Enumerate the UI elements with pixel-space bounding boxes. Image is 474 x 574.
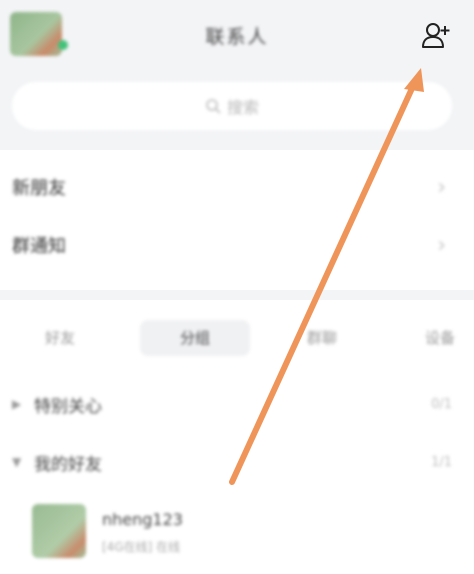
chevron-down-icon: ▼ bbox=[12, 455, 22, 469]
contacts-panel: 好友 分组 群聊 设备 ▶ 特别关心 0/1 ▼ 我的好友 1/1 nheng1… bbox=[0, 300, 474, 574]
menu-item-label: 新朋友 bbox=[12, 178, 66, 199]
chevron-right-icon: ▶ bbox=[12, 397, 22, 411]
tab-groups[interactable]: 分组 bbox=[140, 320, 250, 356]
contact-avatar bbox=[32, 504, 86, 558]
add-contact-icon bbox=[422, 23, 450, 48]
chevron-right-icon: › bbox=[437, 232, 446, 258]
search-icon bbox=[206, 99, 221, 114]
contact-name: nheng123 bbox=[102, 510, 183, 529]
contact-status: [4G在线] 在线 bbox=[102, 540, 181, 554]
tab-group-chats[interactable]: 群聊 bbox=[290, 320, 354, 356]
contact-tabs: 好友 分组 群聊 设备 bbox=[0, 320, 474, 358]
menu-item-group-notifications[interactable]: 群通知 › bbox=[0, 216, 474, 274]
chevron-right-icon: › bbox=[437, 174, 446, 200]
menu-item-label: 群通知 bbox=[12, 236, 66, 257]
group-count: 1/1 bbox=[431, 454, 452, 470]
group-name: 特别关心 bbox=[34, 396, 102, 417]
contact-list-item[interactable]: nheng123 [4G在线] 在线 bbox=[0, 500, 474, 564]
contact-menu: 新朋友 › 群通知 › bbox=[0, 150, 474, 290]
top-bar: 联系人 bbox=[0, 0, 474, 72]
group-name: 我的好友 bbox=[34, 454, 102, 475]
tab-devices[interactable]: 设备 bbox=[408, 320, 472, 356]
group-special-care[interactable]: ▶ 特别关心 0/1 bbox=[0, 384, 474, 424]
search-bar[interactable]: 搜索 bbox=[12, 82, 452, 130]
tab-friends[interactable]: 好友 bbox=[28, 320, 92, 356]
add-contact-button[interactable] bbox=[416, 16, 456, 56]
group-count: 0/1 bbox=[431, 396, 452, 412]
page-title: 联系人 bbox=[205, 26, 269, 48]
menu-item-new-friends[interactable]: 新朋友 › bbox=[0, 158, 474, 216]
group-my-friends[interactable]: ▼ 我的好友 1/1 bbox=[0, 442, 474, 482]
search-placeholder: 搜索 bbox=[226, 98, 259, 117]
